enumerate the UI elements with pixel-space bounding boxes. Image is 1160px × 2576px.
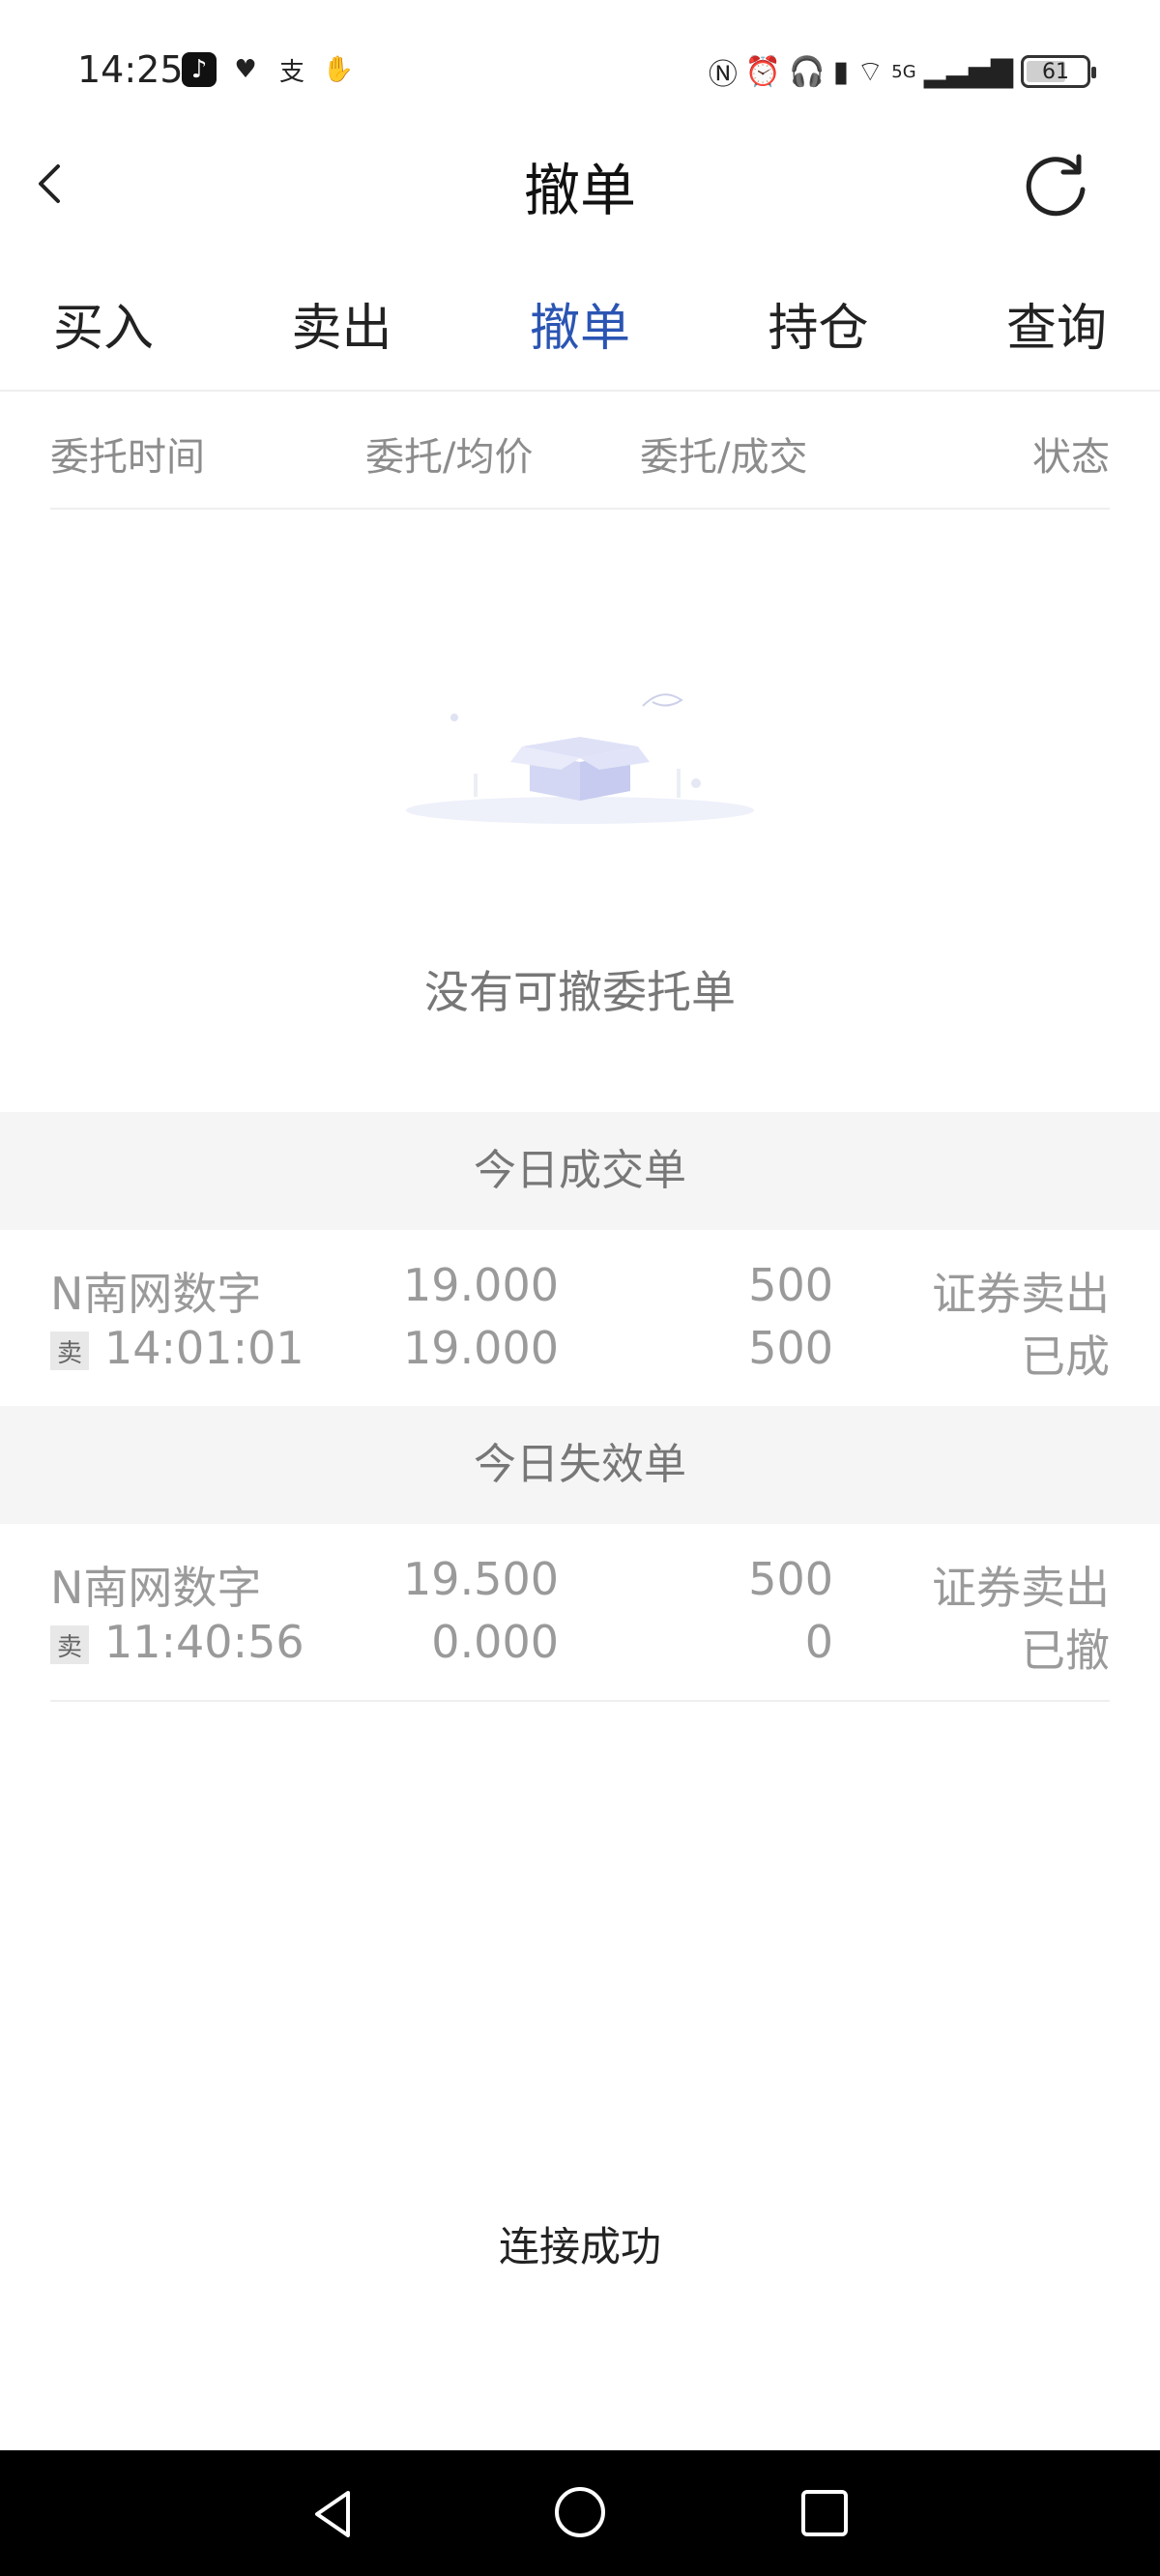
circle-home-icon	[555, 2487, 605, 2537]
side-badge: 卖	[50, 1332, 89, 1370]
order-qty: 500	[748, 1259, 833, 1311]
order-time: 14:01:01	[104, 1322, 304, 1374]
order-price: 19.000	[403, 1259, 559, 1311]
order-row[interactable]: N南网数字 卖 14:01:01 19.000 19.000 500 500 证…	[0, 1230, 1160, 1406]
alarm-icon: ⏰	[744, 54, 782, 89]
tab-holdings[interactable]: 持仓	[768, 280, 868, 377]
col-qty: 委托/成交	[640, 435, 808, 480]
section-today-invalid: 今日失效单	[0, 1406, 1160, 1524]
col-status: 状态	[1032, 435, 1110, 480]
tab-query[interactable]: 查询	[1006, 280, 1107, 377]
refresh-icon	[1026, 154, 1086, 217]
order-time: 11:40:56	[104, 1616, 304, 1668]
page-title: 撤单	[523, 158, 636, 223]
order-qty: 500	[748, 1553, 833, 1605]
empty-state-text: 没有可撤委托单	[424, 966, 736, 1018]
side-badge: 卖	[50, 1625, 89, 1664]
col-price: 委托/均价	[365, 435, 534, 480]
order-status: 已撤	[1021, 1625, 1110, 1677]
divider	[50, 508, 1110, 510]
status-left-icons: ♪ ♥ 支 ✋	[182, 52, 356, 87]
order-type: 证券卖出	[932, 1562, 1110, 1614]
heart-icon: ♥	[234, 55, 257, 84]
avg-price: 19.000	[403, 1322, 559, 1374]
avg-price: 0.000	[431, 1616, 559, 1668]
tiktok-icon: ♪	[182, 52, 217, 87]
col-time: 委托时间	[50, 435, 205, 480]
status-time: 14:25	[77, 48, 184, 91]
filled-qty: 0	[804, 1616, 833, 1668]
tab-sell[interactable]: 卖出	[291, 280, 392, 377]
tabs-divider	[0, 390, 1160, 392]
signal-bars-icon: ▂▃▅▇	[923, 54, 1013, 89]
headphones-icon: 🎧	[789, 54, 826, 89]
battery-indicator: 61	[1021, 55, 1096, 88]
order-type: 证券卖出	[932, 1268, 1110, 1320]
tab-buy[interactable]: 买入	[53, 280, 154, 377]
status-right-icons: Ⓝ ⏰ 🎧 ▮ ⌔ 5G ▂▃▅▇ 61	[708, 50, 1096, 93]
stock-name: N南网数字	[50, 1268, 262, 1320]
hand-icon: ✋	[322, 55, 355, 84]
refresh-button[interactable]	[1019, 145, 1096, 222]
section-today-filled: 今日成交单	[0, 1112, 1160, 1230]
order-status: 已成	[1021, 1331, 1110, 1383]
alipay-icon: 支	[278, 57, 304, 87]
order-row[interactable]: N南网数字 卖 11:40:56 19.500 0.000 500 0 证券卖出…	[0, 1524, 1160, 1700]
wifi-icon: ⌔	[856, 55, 884, 89]
divider	[50, 1700, 1110, 1702]
nav-recents-button[interactable]	[798, 2487, 851, 2539]
battery-small-icon: ▮	[832, 54, 850, 89]
connection-status: 连接成功	[498, 2223, 661, 2270]
column-header: 委托时间 委托/均价 委托/成交 状态	[50, 416, 1110, 483]
signal-5g-icon: 5G	[891, 61, 916, 82]
empty-box-icon	[396, 677, 764, 832]
nav-home-button[interactable]	[551, 2483, 609, 2541]
trade-tabs: 买入 卖出 撤单 持仓 查询	[0, 280, 1160, 377]
order-price: 19.500	[403, 1553, 559, 1605]
nfc-icon: Ⓝ	[708, 58, 738, 92]
filled-qty: 500	[748, 1322, 833, 1374]
nav-back-button[interactable]	[305, 2485, 363, 2543]
tab-cancel[interactable]: 撤单	[530, 280, 630, 377]
square-recents-icon	[801, 2490, 848, 2536]
triangle-back-icon	[315, 2491, 350, 2537]
stock-name: N南网数字	[50, 1562, 262, 1614]
